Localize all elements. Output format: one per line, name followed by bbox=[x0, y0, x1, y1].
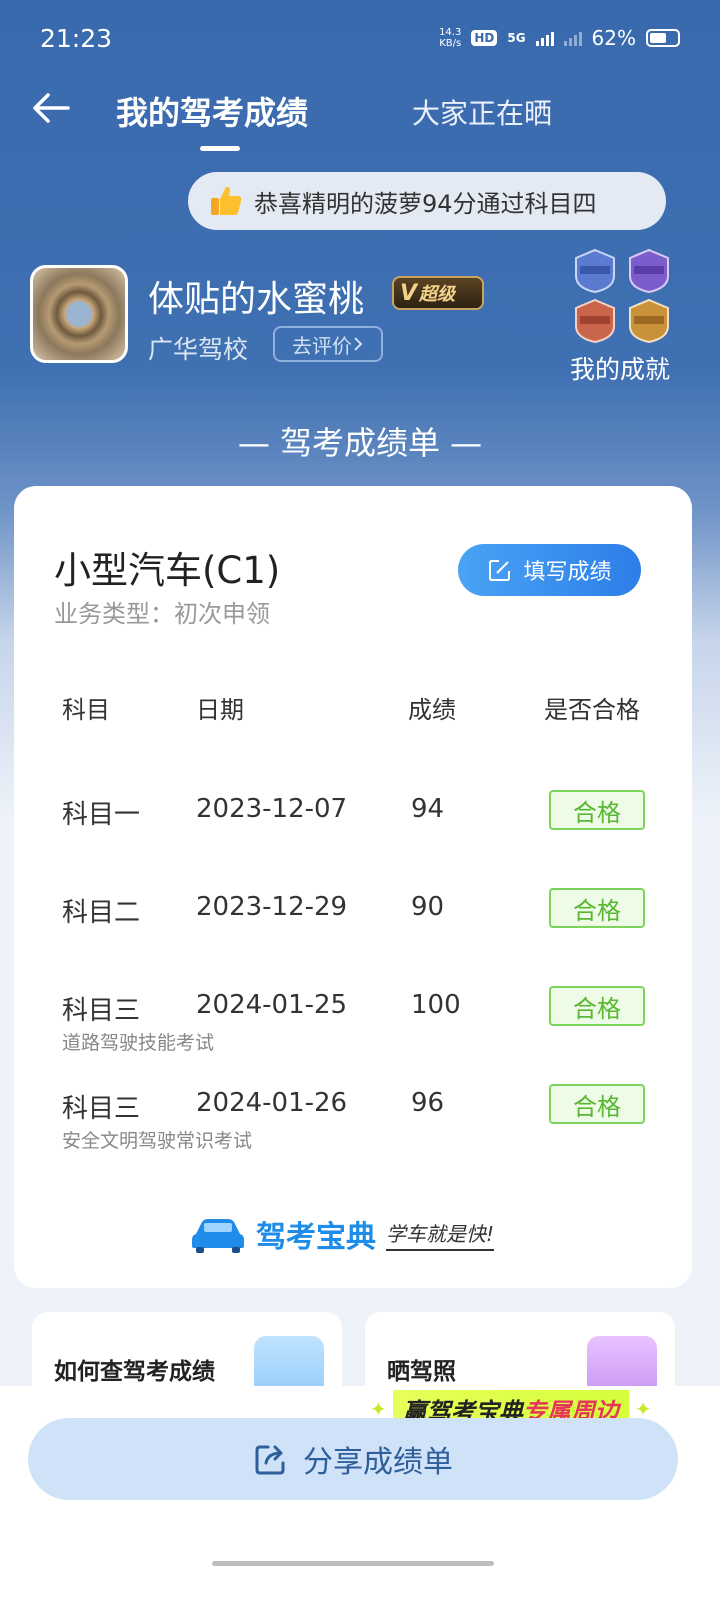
row-1-date: 2023-12-07 bbox=[196, 794, 348, 824]
row-4-note: 安全文明驾驶常识考试 bbox=[62, 1130, 253, 1152]
share-report-button[interactable]: 分享成绩单 bbox=[28, 1418, 678, 1500]
network-type: 5G bbox=[507, 31, 526, 45]
username: 体贴的水蜜桃 bbox=[148, 279, 365, 320]
network-speed-value: 14.3 bbox=[439, 27, 462, 38]
row-3-score: 100 bbox=[411, 990, 461, 1020]
share-icon bbox=[255, 1445, 285, 1475]
hd-icon: HD bbox=[471, 30, 498, 46]
back-arrow-icon[interactable] bbox=[30, 86, 74, 130]
tab-everyone-sharing[interactable]: 大家正在晒 bbox=[412, 92, 552, 132]
my-achievements-label[interactable]: 我的成就 bbox=[570, 350, 670, 386]
license-type: 小型汽车(C1) bbox=[54, 549, 281, 592]
row-3-pass-badge: 合格 bbox=[549, 986, 645, 1026]
row-4-subject: 科目三 bbox=[62, 1094, 141, 1124]
battery-percent: 62% bbox=[591, 26, 636, 50]
column-header-pass: 是否合格 bbox=[544, 696, 640, 724]
active-tab-indicator bbox=[200, 146, 240, 151]
row-2-score: 90 bbox=[411, 892, 445, 922]
business-type: 业务类型：初次申领 bbox=[54, 600, 270, 628]
fill-button-label: 填写成绩 bbox=[523, 560, 612, 585]
column-header-score: 成绩 bbox=[408, 696, 456, 724]
subject-two-badge-icon bbox=[629, 248, 669, 294]
column-header-subject: 科目 bbox=[62, 696, 110, 724]
subject-one-badge-icon bbox=[575, 248, 615, 294]
brand-logo: 驾考宝典 学车就是快! bbox=[190, 1212, 495, 1256]
row-3-date: 2024-01-25 bbox=[196, 990, 348, 1020]
row-4-pass-badge: 合格 bbox=[549, 1084, 645, 1124]
status-indicators: 14.3 KB/s HD 5G 62% bbox=[439, 26, 680, 50]
score-report-card: 小型汽车(C1) 业务类型：初次申领 填写成绩 科目 日期 成绩 是否合格 科目… bbox=[14, 486, 692, 1288]
driving-school-name: 广华驾校 bbox=[148, 335, 249, 364]
row-4-score: 96 bbox=[411, 1088, 445, 1118]
vip-label: 超级 bbox=[419, 284, 456, 305]
row-3-subject: 科目三 bbox=[62, 996, 141, 1026]
chevron-right-icon bbox=[354, 337, 363, 351]
subject-four-badge-icon bbox=[629, 298, 669, 344]
signal-strength-icon bbox=[535, 30, 554, 46]
network-speed: 14.3 KB/s bbox=[439, 27, 461, 49]
share-button-label: 分享成绩单 bbox=[303, 1445, 453, 1480]
notice-text: 恭喜精明的菠萝94分通过科目四 bbox=[254, 189, 597, 218]
vip-badge[interactable]: V 超级 bbox=[392, 276, 484, 310]
brand-slogan: 学车就是快! bbox=[386, 1218, 495, 1251]
fill-score-button[interactable]: 填写成绩 bbox=[458, 544, 641, 596]
subject-three-badge-icon bbox=[575, 298, 615, 344]
rate-school-button[interactable]: 去评价 bbox=[273, 326, 383, 362]
status-bar: 21:23 14.3 KB/s HD 5G 62% bbox=[0, 0, 720, 80]
edit-icon bbox=[489, 560, 511, 581]
vip-letter: V bbox=[400, 280, 418, 306]
battery-icon bbox=[646, 29, 680, 47]
share-license-label: 晒驾照 bbox=[387, 1359, 456, 1385]
row-2-subject: 科目二 bbox=[62, 898, 141, 928]
home-indicator[interactable] bbox=[212, 1561, 494, 1566]
row-1-subject: 科目一 bbox=[62, 800, 141, 830]
column-header-date: 日期 bbox=[196, 696, 244, 724]
rate-button-label: 去评价 bbox=[292, 333, 352, 358]
report-title: — 驾考成绩单 — bbox=[237, 424, 483, 462]
row-2-date: 2023-12-29 bbox=[196, 892, 348, 922]
row-2-pass-badge: 合格 bbox=[549, 888, 645, 928]
row-1-score: 94 bbox=[411, 794, 445, 824]
network-speed-unit: KB/s bbox=[439, 38, 462, 49]
row-1-pass-badge: 合格 bbox=[549, 790, 645, 830]
avatar[interactable] bbox=[30, 265, 128, 363]
tab-my-scores[interactable]: 我的驾考成绩 bbox=[116, 88, 308, 134]
congrats-notice[interactable]: 恭喜精明的菠萝94分通过科目四 bbox=[188, 172, 666, 230]
status-time: 21:23 bbox=[40, 24, 113, 53]
row-4-date: 2024-01-26 bbox=[196, 1088, 348, 1118]
achievement-badges[interactable] bbox=[572, 248, 674, 348]
battery-level bbox=[650, 33, 667, 43]
car-icon bbox=[192, 1219, 244, 1253]
signal-strength-secondary-icon bbox=[563, 30, 582, 46]
brand-name: 驾考宝典 bbox=[256, 1220, 376, 1255]
thumbs-up-icon bbox=[211, 186, 242, 215]
row-3-note: 道路驾驶技能考试 bbox=[62, 1032, 215, 1054]
how-to-check-scores-label: 如何查驾考成绩 bbox=[54, 1359, 215, 1385]
